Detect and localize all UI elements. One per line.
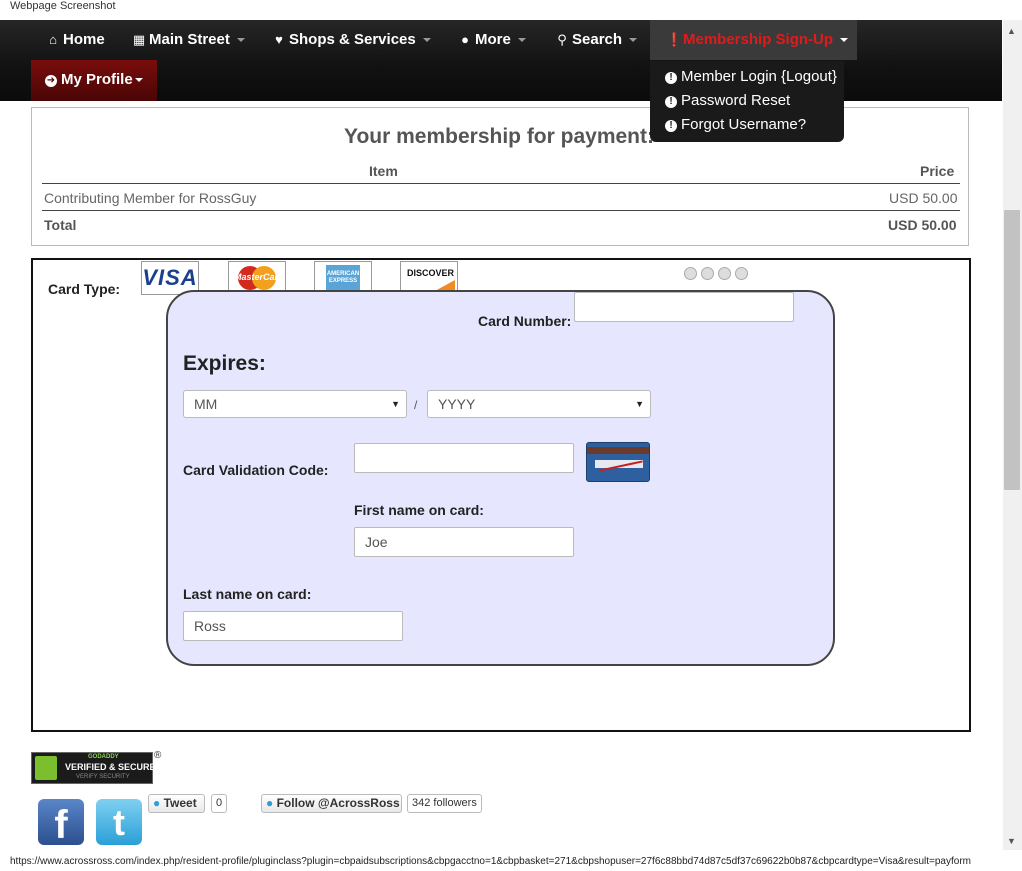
chevron-down-icon — [422, 38, 431, 43]
mastercard-text: MasterCard — [234, 272, 284, 282]
expires-label: Expires: — [183, 352, 266, 375]
divider — [42, 210, 960, 211]
godaddy-security-badge[interactable]: GODADDY VERIFIED & SECURED VERIFY SECURI… — [31, 752, 162, 784]
followers-count: 342 followers — [407, 794, 482, 813]
mastercard-logo-icon: MasterCard — [234, 265, 284, 291]
menu-item-member-login[interactable]: ! Member Login {Logout} — [665, 68, 837, 85]
expiry-year-value: YYYY — [438, 396, 476, 412]
chevron-down-icon — [629, 38, 638, 43]
menu-item-forgot-username[interactable]: ! Forgot Username? — [665, 116, 806, 133]
nav-more[interactable]: ● More — [458, 20, 526, 60]
follow-button-label: Follow @AcrossRoss — [276, 796, 400, 810]
menu-item-label: Member Login {Logout} — [681, 68, 837, 85]
arrow-circle-right-icon: ➜ — [45, 75, 57, 87]
expiry-year-select[interactable]: YYYY ▼ — [427, 390, 651, 418]
window-caption: Webpage Screenshot — [10, 0, 116, 12]
slide-dot[interactable] — [718, 267, 731, 280]
nav-membership-label: Membership Sign-Up — [683, 31, 834, 48]
cvc-input[interactable] — [354, 443, 574, 473]
cvc-label: Card Validation Code: — [183, 462, 329, 478]
expiry-month-value: MM — [194, 396, 218, 412]
nav-my-profile-label: My Profile — [61, 71, 133, 88]
badge-top-text: GODADDY — [88, 754, 119, 760]
col-price-header: Price — [920, 163, 955, 179]
nav-main-street[interactable]: ▦ Main Street — [132, 20, 245, 60]
total-value: USD 50.00 — [888, 217, 957, 233]
col-item-header: Item — [369, 163, 398, 179]
nav-search[interactable]: ⚲ Search — [555, 20, 638, 60]
nav-home-label: Home — [63, 31, 105, 48]
nav-more-label: More — [475, 31, 511, 48]
search-icon: ⚲ — [557, 32, 567, 47]
visa-logo-icon: VISA — [142, 265, 198, 290]
card-number-input[interactable] — [574, 292, 794, 322]
nav-membership-signup[interactable]: ❗Membership Sign-Up — [650, 20, 857, 60]
exclamation-icon: ! — [665, 72, 677, 84]
divider — [42, 183, 960, 184]
slide-dot[interactable] — [735, 267, 748, 280]
exclamation-icon: ❗ — [666, 32, 683, 47]
nav-main-street-label: Main Street — [149, 31, 230, 48]
row-item: Contributing Member for RossGuy — [44, 190, 257, 206]
follow-button[interactable]: ● Follow @AcrossRoss — [261, 794, 402, 813]
nav-shops-services[interactable]: ♥ Shops & Services — [272, 20, 431, 60]
total-label: Total — [44, 217, 77, 233]
amex-logo-icon: AMERICAN EXPRESS — [326, 265, 360, 291]
chevron-down-icon — [134, 78, 143, 83]
scrollbar-thumb[interactable] — [1004, 210, 1020, 490]
scroll-up-icon[interactable]: ▲ — [1007, 26, 1016, 36]
scroll-down-icon[interactable]: ▼ — [1007, 836, 1016, 846]
tweet-button-label: Tweet — [163, 796, 197, 810]
nav-my-profile[interactable]: ➜ My Profile — [31, 60, 157, 101]
twitter-bird-icon: ● — [266, 796, 274, 810]
cvc-help-card-icon[interactable] — [586, 442, 650, 482]
menu-item-label: Forgot Username? — [681, 116, 807, 133]
chevron-down-icon — [236, 38, 245, 43]
exclamation-icon: ! — [665, 120, 677, 132]
heart-icon: ♥ — [275, 32, 283, 47]
home-icon: ⌂ — [49, 32, 57, 47]
nav-shops-label: Shops & Services — [289, 31, 416, 48]
menu-item-password-reset[interactable]: ! Password Reset — [665, 92, 790, 109]
last-name-input[interactable]: Ross — [183, 611, 403, 641]
first-name-input[interactable]: Joe — [354, 527, 574, 557]
expiry-month-select[interactable]: MM ▼ — [183, 390, 407, 418]
discover-logo-icon: DISCOVER — [403, 264, 455, 292]
registered-mark: ® — [154, 750, 162, 761]
card-details-panel — [166, 290, 835, 666]
lock-icon — [35, 756, 57, 780]
dropdown-arrow-icon: ▼ — [391, 399, 400, 409]
nav-home[interactable]: ⌂ Home — [46, 20, 105, 60]
nav-search-label: Search — [572, 31, 623, 48]
twitter-bird-icon: ● — [153, 796, 161, 810]
card-number-label: Card Number: — [478, 313, 572, 329]
status-bar-url: https://www.acrossross.com/index.php/res… — [10, 856, 971, 867]
user-icon: ● — [461, 32, 469, 47]
row-price: USD 50.00 — [889, 190, 958, 206]
exclamation-icon: ! — [665, 96, 677, 108]
discover-text: DISCOVER — [407, 268, 455, 278]
membership-dropdown-menu: ! Member Login {Logout} ! Password Reset !… — [650, 61, 844, 142]
slide-dot[interactable] — [701, 267, 714, 280]
slide-dot[interactable] — [684, 267, 697, 280]
card-type-label: Card Type: — [48, 281, 121, 297]
first-name-label: First name on card: — [354, 502, 484, 518]
badge-main-text: VERIFIED & SECURED — [65, 762, 163, 772]
chevron-down-icon — [517, 38, 526, 43]
last-name-label: Last name on card: — [183, 586, 312, 602]
facebook-icon[interactable]: f — [38, 799, 84, 847]
twitter-icon[interactable]: t — [96, 799, 142, 845]
menu-item-label: Password Reset — [681, 92, 791, 109]
badge-sub-text: VERIFY SECURITY — [76, 774, 130, 780]
dropdown-arrow-icon: ▼ — [635, 399, 644, 409]
building-icon: ▦ — [132, 32, 146, 47]
tweet-count: 0 — [211, 794, 228, 813]
tweet-button[interactable]: ● Tweet — [148, 794, 205, 813]
main-navbar: ⌂ Home ▦ Main Street ♥ Shops & Services ● Mo… — [0, 20, 1002, 101]
expiry-separator: / — [414, 398, 418, 412]
chevron-down-icon — [840, 38, 849, 43]
membership-title: Your membership for payment: — [344, 125, 654, 148]
